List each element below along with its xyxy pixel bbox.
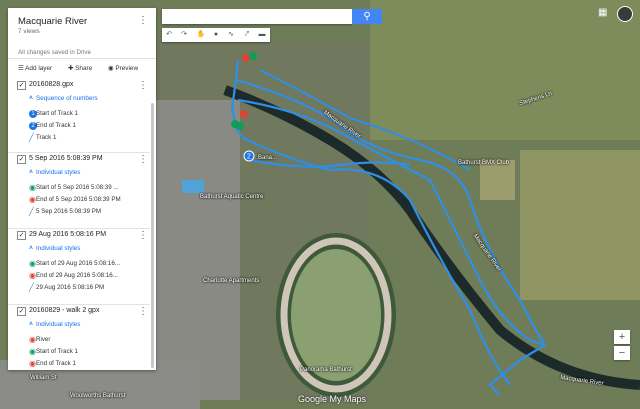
- layers-panel: Macquarie River 7 views All changes save…: [8, 8, 156, 370]
- zoom-out-button[interactable]: −: [614, 346, 630, 360]
- paint-roller-icon[interactable]: ⩚: [29, 94, 33, 102]
- preview-button[interactable]: ◉ Preview: [108, 64, 138, 72]
- share-label: Share: [75, 65, 93, 72]
- paint-roller-icon[interactable]: ⩚: [29, 320, 33, 328]
- layer-card[interactable]: ✓ 20160829 - walk 2 gpx ⋮ ⩚ Individual style…: [8, 304, 150, 370]
- layer-card[interactable]: ✓ 20160828.gpx ⋮ ⩚ Sequence of numbers 1 Start…: [8, 78, 150, 153]
- map-title[interactable]: Macquarie River: [18, 16, 87, 27]
- layer-item-label[interactable]: End of Track 1: [36, 122, 132, 129]
- preview-label: Preview: [115, 65, 139, 72]
- layer-item-label[interactable]: 29 Aug 2016 5:08:16 PM: [36, 284, 132, 291]
- save-status: All changes saved in Drive: [18, 49, 91, 56]
- more-vert-icon[interactable]: ⋮: [138, 307, 148, 317]
- layer-item-label[interactable]: River: [36, 336, 132, 343]
- more-vert-icon[interactable]: ⋮: [138, 231, 148, 241]
- layer-name[interactable]: 29 Aug 2016 5:08:16 PM: [29, 231, 106, 238]
- svg-text:2: 2: [247, 154, 251, 161]
- map-label-place: Bana...: [258, 155, 278, 161]
- map-toolbar: ↶ ↷ ✋ ● ∿ ⤤ ▬: [162, 28, 270, 42]
- layer-item-label[interactable]: Start of Track 1: [36, 110, 132, 117]
- layer-list: ✓ 20160828.gpx ⋮ ⩚ Sequence of numbers 1 Start…: [8, 78, 150, 370]
- search-button[interactable]: ⚲: [352, 9, 382, 24]
- search-input[interactable]: [162, 9, 352, 24]
- line-icon[interactable]: ╱: [29, 284, 36, 292]
- draw-line-icon[interactable]: ∿: [224, 28, 238, 42]
- avatar[interactable]: [617, 6, 633, 22]
- layer-checkbox[interactable]: ✓: [17, 155, 26, 164]
- map-label-aquatic[interactable]: Bathurst Aquatic Centre: [200, 194, 263, 200]
- layer-name[interactable]: 20160828.gpx: [29, 81, 73, 88]
- style-link[interactable]: Sequence of numbers: [36, 95, 98, 102]
- share-button[interactable]: ✚ Share: [68, 64, 92, 72]
- layer-item-label[interactable]: Start of 29 Aug 2016 5:08:16...: [36, 260, 132, 267]
- style-link[interactable]: Individual styles: [36, 321, 80, 328]
- pin-icon[interactable]: ◉: [29, 184, 36, 192]
- add-layer-label: Add layer: [25, 65, 53, 72]
- layer-card[interactable]: ✓ 29 Aug 2016 5:08:16 PM ⋮ ⩚ Individual styl…: [8, 228, 150, 305]
- panel-actions: ☰ Add layer ✚ Share ◉ Preview: [18, 64, 150, 78]
- line-icon[interactable]: ╱: [29, 208, 36, 216]
- map-label-panorama[interactable]: Panorama Bathurst: [300, 367, 352, 373]
- more-vert-icon[interactable]: ⋮: [138, 155, 148, 165]
- layer-item-label[interactable]: End of Track 1: [36, 360, 132, 367]
- apps-grid-icon[interactable]: ▦: [598, 8, 608, 18]
- paint-roller-icon[interactable]: ⩚: [29, 244, 33, 252]
- eye-icon: ◉: [108, 65, 114, 72]
- layer-item-label[interactable]: End of 29 Aug 2016 5:08:16...: [36, 272, 132, 279]
- layer-checkbox[interactable]: ✓: [17, 307, 26, 316]
- panel-header: Macquarie River 7 views All changes save…: [8, 8, 156, 59]
- layer-name[interactable]: 5 Sep 2016 5:08:39 PM: [29, 155, 103, 162]
- brand-logo: Google My Maps: [298, 394, 367, 404]
- view-count: 7 views: [18, 28, 40, 35]
- style-link[interactable]: Individual styles: [36, 169, 80, 176]
- map-label-apartments[interactable]: Charlotte Apartments: [203, 278, 259, 284]
- redo-icon[interactable]: ↷: [177, 28, 191, 42]
- layer-item-label[interactable]: Track 1: [36, 134, 132, 141]
- pin-icon[interactable]: ◉: [29, 360, 36, 368]
- layer-item-label[interactable]: Start of Track 1: [36, 348, 132, 355]
- marker-icon[interactable]: ●: [209, 28, 223, 42]
- more-vert-icon[interactable]: ⋮: [138, 16, 148, 26]
- layer-card[interactable]: ✓ 5 Sep 2016 5:08:39 PM ⋮ ⩚ Individual style…: [8, 152, 150, 229]
- layer-checkbox[interactable]: ✓: [17, 81, 26, 90]
- pin-icon[interactable]: ◉: [29, 196, 36, 204]
- more-vert-icon[interactable]: ⋮: [138, 81, 148, 91]
- add-person-icon: ✚: [68, 65, 74, 72]
- layer-name[interactable]: 20160829 - walk 2 gpx: [29, 307, 99, 314]
- scrollbar[interactable]: [151, 103, 154, 368]
- ruler-icon[interactable]: ▬: [255, 28, 269, 42]
- layer-item-label[interactable]: Start of 5 Sep 2016 5:08:39 ...: [36, 184, 132, 191]
- pin-icon[interactable]: ◉: [29, 336, 36, 344]
- line-icon[interactable]: ╱: [29, 134, 36, 142]
- hand-icon[interactable]: ✋: [194, 28, 208, 42]
- layer-checkbox[interactable]: ✓: [17, 231, 26, 240]
- pin-icon[interactable]: ◉: [29, 260, 36, 268]
- pin-icon[interactable]: ◉: [29, 348, 36, 356]
- add-layer-icon: ☰: [18, 65, 24, 72]
- add-layer-button[interactable]: ☰ Add layer: [18, 64, 52, 72]
- style-link[interactable]: Individual styles: [36, 245, 80, 252]
- pin-icon[interactable]: ◉: [29, 272, 36, 280]
- zoom-in-button[interactable]: +: [614, 330, 630, 344]
- layer-item-label[interactable]: 5 Sep 2016 5:08:39 PM: [36, 208, 132, 215]
- map-label-street: William St: [30, 375, 57, 381]
- directions-icon[interactable]: ⤤: [240, 28, 254, 42]
- undo-icon[interactable]: ↶: [162, 28, 176, 42]
- map-label-woolworths[interactable]: Woolworths Bathurst: [70, 393, 125, 399]
- paint-roller-icon[interactable]: ⩚: [29, 168, 33, 176]
- layer-item-label[interactable]: End of 5 Sep 2016 5:08:39 PM: [36, 196, 132, 203]
- search-icon: ⚲: [363, 11, 371, 22]
- map-label-bmx[interactable]: Bathurst BMX Club: [458, 160, 509, 166]
